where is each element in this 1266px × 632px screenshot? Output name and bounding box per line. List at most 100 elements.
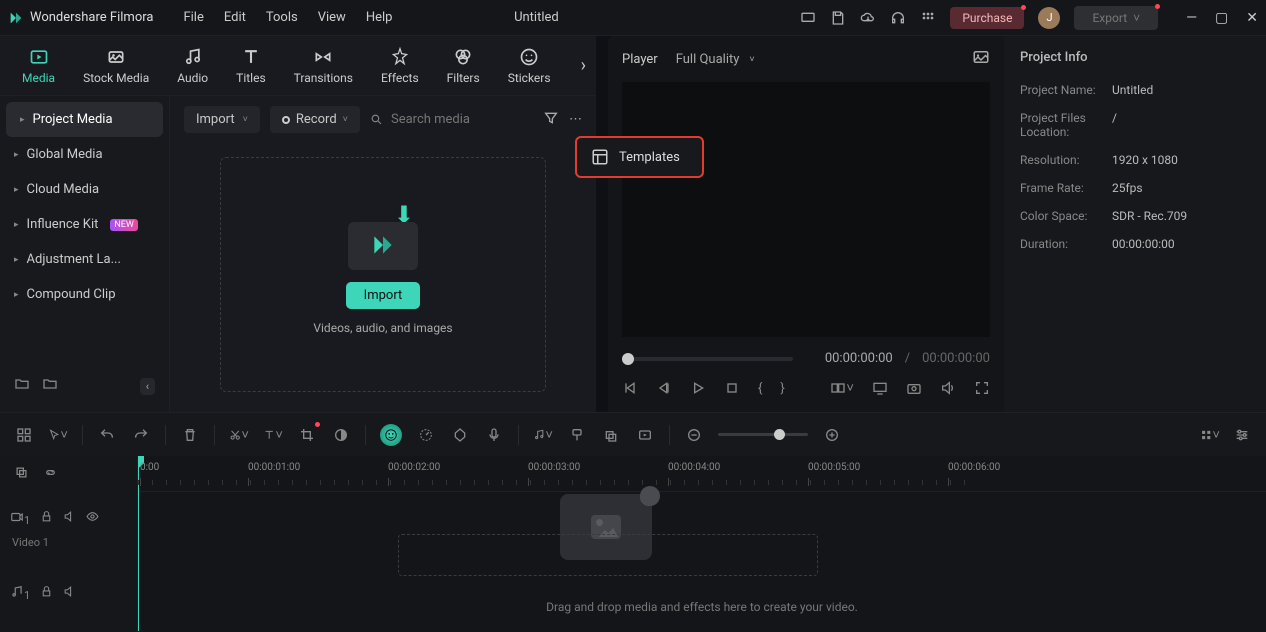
add-media-icon[interactable]: + [640,488,658,506]
sidebar-project-media[interactable]: ▸Project Media [6,102,163,137]
prev-frame-icon[interactable] [622,380,638,396]
templates-button[interactable]: Templates [575,136,704,178]
menu-edit[interactable]: Edit [224,10,246,25]
video-track-icon[interactable]: 1 [10,510,30,527]
view-grid-icon[interactable]: ˅ [1200,425,1220,445]
timeline-body[interactable]: + Drag and drop media and effects here t… [138,492,1266,632]
screen-icon[interactable] [800,10,816,26]
mute-icon[interactable] [63,510,76,526]
tab-titles[interactable]: Titles [226,41,275,91]
workspace: Media Stock Media Audio Titles Transitio… [0,36,1266,412]
quality-dropdown[interactable]: Full Quality˅ [676,52,755,67]
preview-scrubber[interactable] [622,357,793,361]
minimize-icon[interactable]: — [1186,10,1197,26]
redo-icon[interactable] [131,425,151,445]
stop-icon[interactable] [724,380,740,396]
info-title: Project Info [1020,50,1250,65]
sidebar-global-media[interactable]: ▸Global Media [0,137,169,172]
sidebar-cloud-media[interactable]: ▸Cloud Media [0,172,169,207]
keyframe-icon[interactable] [450,425,470,445]
lock-icon[interactable] [40,510,53,526]
sidebar-compound-clip[interactable]: ▸Compound Clip [0,277,169,312]
lock-icon[interactable] [40,585,53,601]
tab-media[interactable]: Media [12,41,65,91]
tabs-more-icon[interactable]: › [581,55,586,76]
cursor-icon[interactable]: ˅ [48,425,68,445]
tab-filters[interactable]: Filters [437,41,490,91]
menu-file[interactable]: File [183,10,203,25]
text-icon[interactable]: ˅ [263,425,283,445]
grid-icon[interactable] [14,425,34,445]
close-icon[interactable]: ✕ [1246,10,1258,26]
info-row: Frame Rate:25fps [1020,181,1250,195]
save-icon[interactable] [830,10,846,26]
media-content: Import˅ Record˅ ⋯ ⬇ [170,96,596,412]
timeline-dropzone[interactable] [398,534,818,576]
audio-track-icon[interactable]: 1 [10,585,30,602]
import-button[interactable]: Import [346,282,421,309]
zoom-slider[interactable] [718,433,808,436]
track-link-icon[interactable] [43,465,58,484]
display-icon[interactable] [872,380,888,396]
export-button[interactable]: Export ˅ [1074,6,1158,30]
tab-stickers[interactable]: Stickers [498,41,561,91]
timeline-ruler[interactable]: 0:00 00:00:01:00 00:00:02:00 00:00:03:00… [138,456,1266,492]
folder-add-icon[interactable] [14,376,30,396]
cloud-icon[interactable] [860,10,876,26]
mark-out-icon[interactable]: } [780,381,784,396]
snapshot-icon[interactable] [972,48,990,70]
purchase-button[interactable]: Purchase [950,7,1024,29]
import-dropdown[interactable]: Import˅ [184,106,260,133]
eye-icon[interactable] [86,510,99,526]
sidebar-adjustment-layer[interactable]: ▸Adjustment La... [0,242,169,277]
delete-icon[interactable] [180,425,200,445]
tab-effects[interactable]: Effects [371,41,429,91]
filter-icon[interactable] [543,110,559,130]
timeline-toolbar: ˅ ˅ ˅ ˅ ˅ [0,412,1266,456]
mark-in-icon[interactable]: { [758,381,762,396]
fullscreen-icon[interactable] [974,380,990,396]
color-icon[interactable] [331,425,351,445]
sidebar-influence-kit[interactable]: ▸Influence KitNEW [0,207,169,242]
compare-icon[interactable]: ˅ [830,380,854,396]
import-dropzone[interactable]: ⬇ Import Videos, audio, and images [220,157,546,392]
track-copy-icon[interactable] [14,465,29,484]
undo-icon[interactable] [97,425,117,445]
tab-stock[interactable]: Stock Media [73,41,159,91]
tab-audio[interactable]: Audio [167,41,218,91]
zoom-in-icon[interactable] [822,425,842,445]
render-icon[interactable] [635,425,655,445]
user-avatar[interactable]: J [1038,7,1060,29]
mute-icon[interactable] [63,585,76,601]
more-icon[interactable]: ⋯ [569,112,582,127]
collapse-sidebar-icon[interactable]: ‹ [140,378,155,395]
timeline-hint: Drag and drop media and effects here to … [138,600,1266,614]
settings-icon[interactable] [1232,425,1252,445]
music-icon[interactable]: ˅ [533,425,553,445]
timeline-tracks[interactable]: 0:00 00:00:01:00 00:00:02:00 00:00:03:00… [138,456,1266,632]
volume-icon[interactable] [940,380,956,396]
crop-icon[interactable] [297,425,317,445]
record-dropdown[interactable]: Record˅ [270,106,360,133]
cut-icon[interactable]: ˅ [229,425,249,445]
tab-transitions[interactable]: Transitions [284,41,363,91]
apps-icon[interactable] [920,10,936,26]
play-icon[interactable] [690,380,706,396]
search-input[interactable] [391,112,533,127]
voiceover-icon[interactable] [484,425,504,445]
folder-icon[interactable] [42,376,58,396]
current-time: 00:00:00:00 [825,351,893,366]
media-panel: Media Stock Media Audio Titles Transitio… [0,36,596,412]
preview-canvas[interactable] [622,82,990,337]
ai-icon[interactable] [380,424,402,446]
step-back-icon[interactable] [656,380,672,396]
headphones-icon[interactable] [890,10,906,26]
group-icon[interactable] [601,425,621,445]
info-row: Color Space:SDR - Rec.709 [1020,209,1250,223]
maximize-icon[interactable]: ▢ [1215,10,1228,26]
titlebar-right: Purchase J Export ˅ — ▢ ✕ [800,6,1258,30]
speed-icon[interactable] [416,425,436,445]
camera-icon[interactable] [906,380,922,396]
marker-icon[interactable] [567,425,587,445]
zoom-out-icon[interactable] [684,425,704,445]
